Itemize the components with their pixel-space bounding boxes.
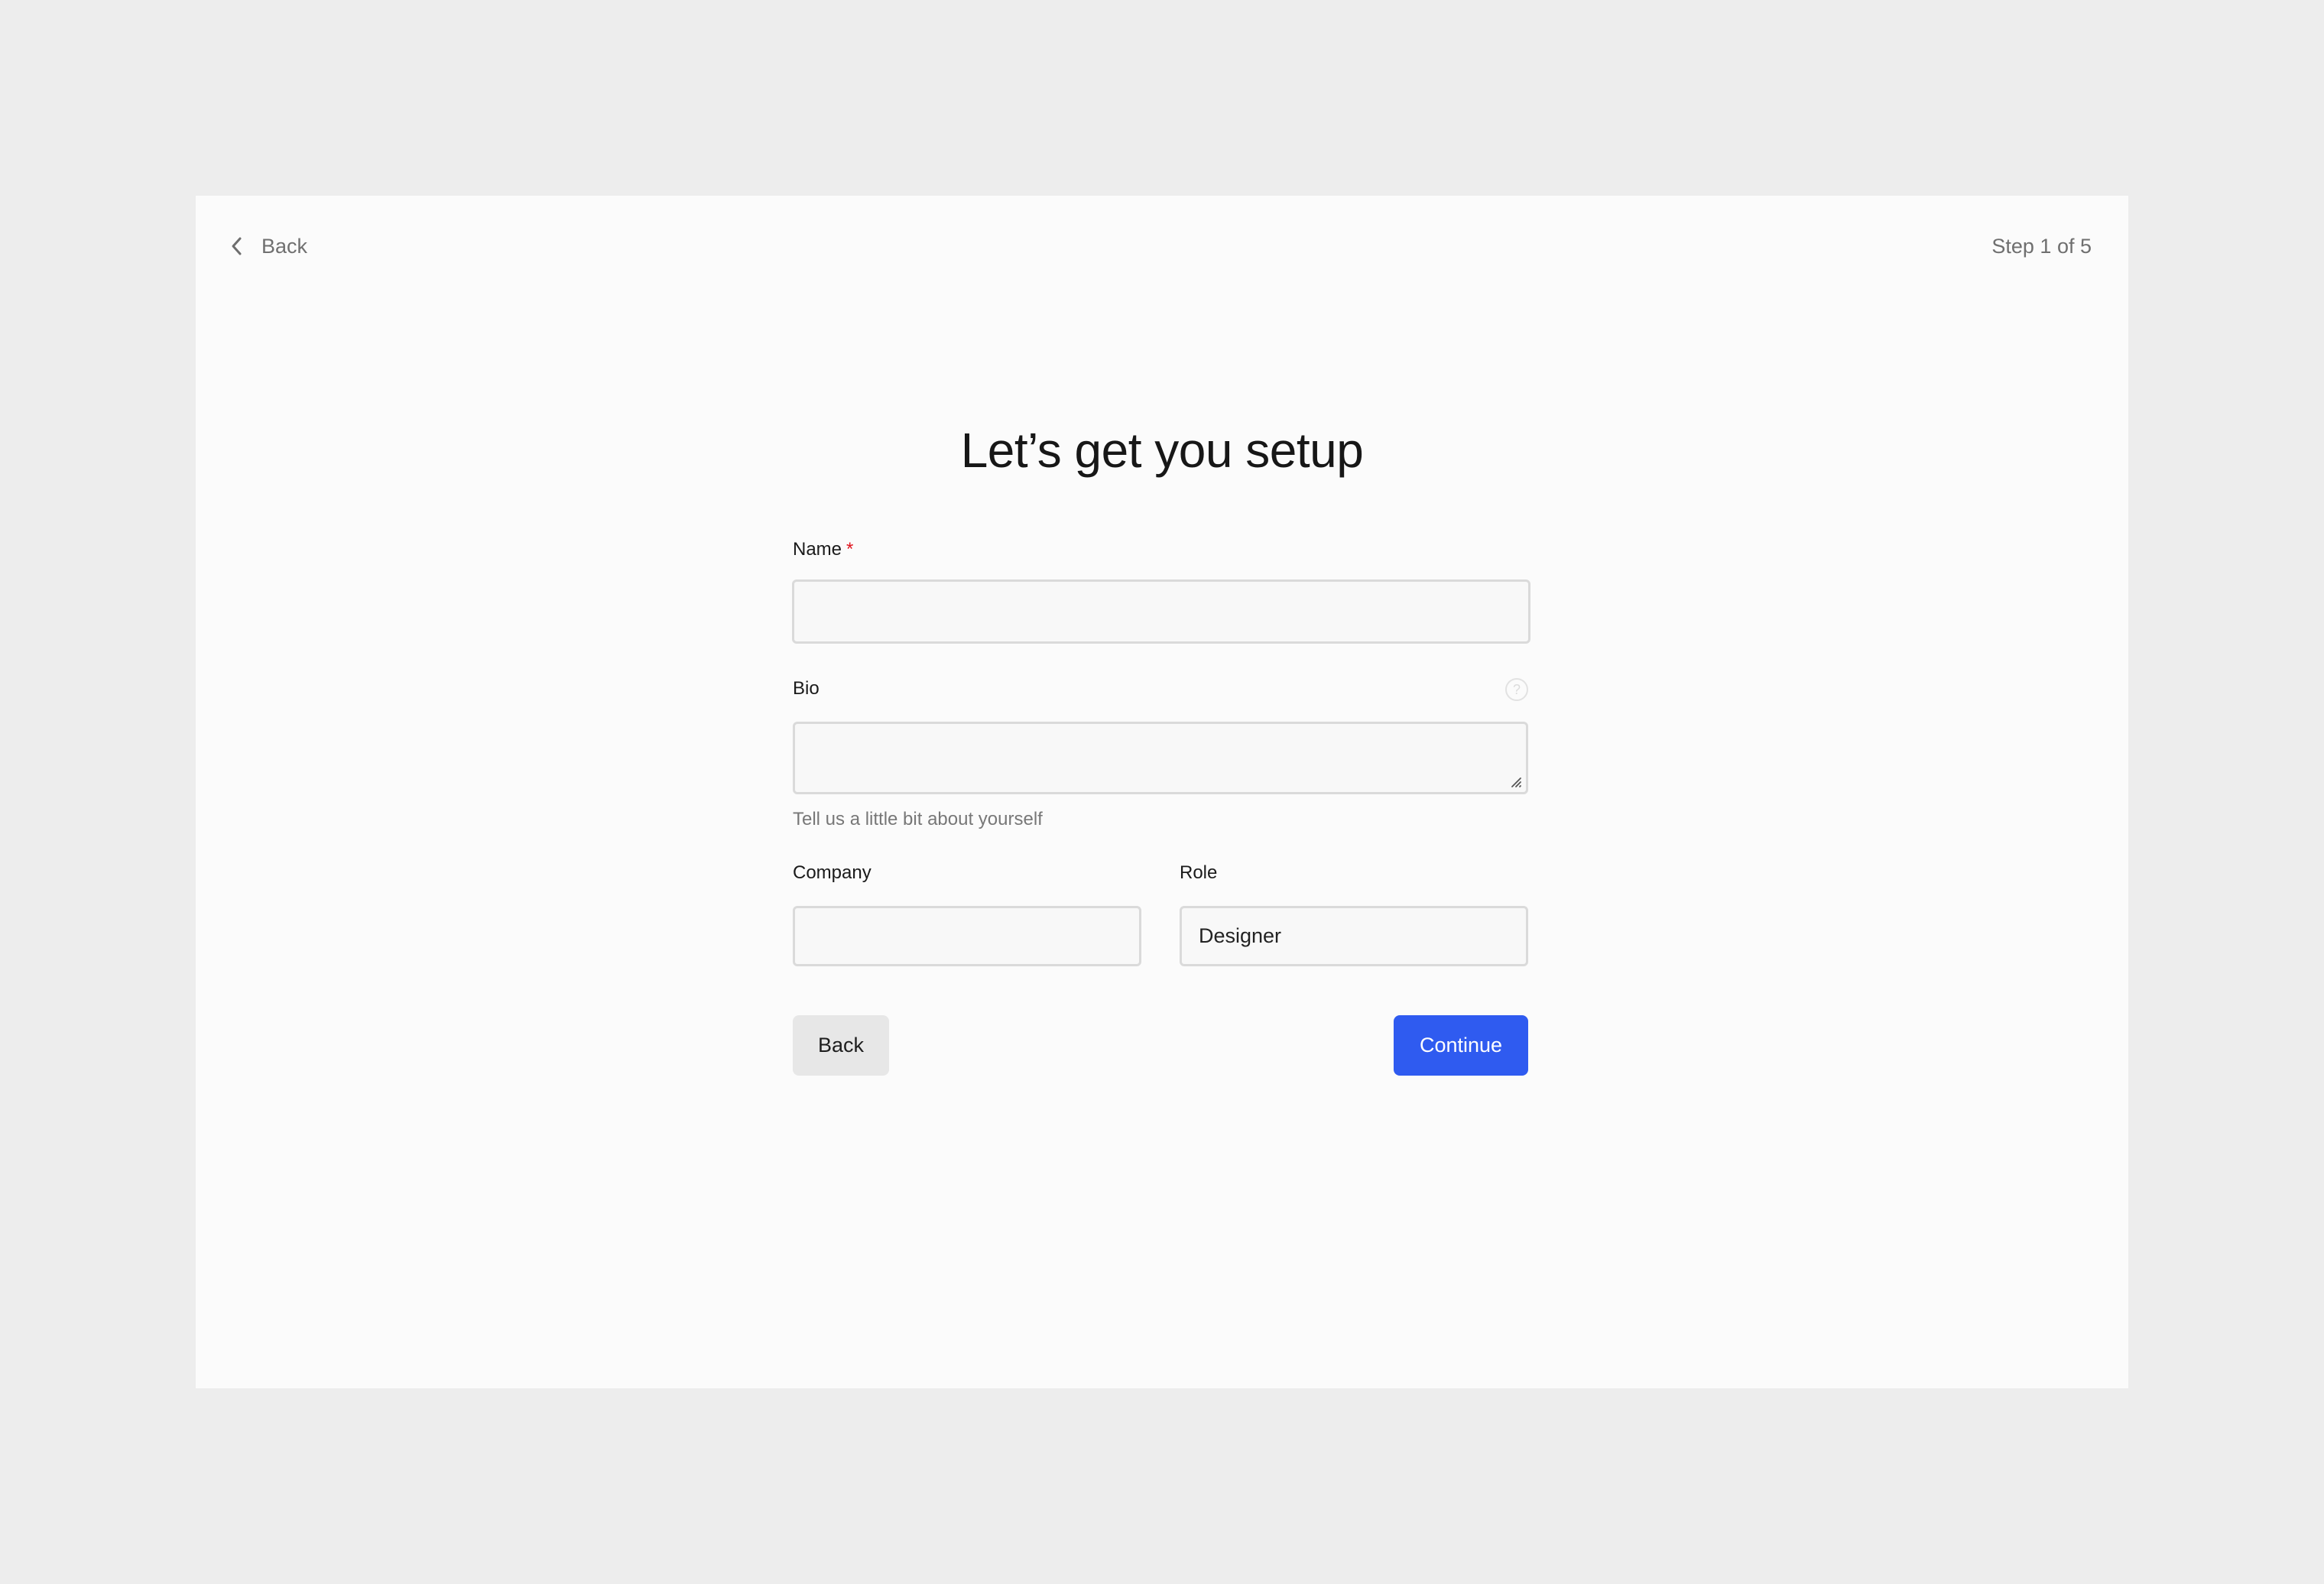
- role-group: Role: [1180, 862, 1528, 966]
- bio-textarea[interactable]: [793, 722, 1528, 794]
- form-actions: Back Continue: [793, 1015, 1528, 1076]
- company-group: Company: [793, 862, 1141, 966]
- question-circle-icon[interactable]: ?: [1505, 678, 1528, 701]
- back-button[interactable]: Back: [793, 1015, 889, 1076]
- setup-form: Name * Bio ? Tell us a little bit about y…: [792, 538, 1530, 1076]
- name-input[interactable]: [792, 579, 1530, 644]
- step-indicator: Step 1 of 5: [1991, 235, 2092, 258]
- bio-label: Bio ?: [793, 677, 1530, 701]
- name-label: Name *: [793, 538, 1530, 561]
- onboarding-card: Back Step 1 of 5 Let’s get you setup Nam…: [196, 196, 2128, 1388]
- company-input[interactable]: [793, 906, 1141, 966]
- company-role-row: Company Role: [793, 862, 1528, 966]
- role-input[interactable]: [1180, 906, 1528, 966]
- company-label: Company: [793, 862, 872, 883]
- chevron-left-icon: [232, 237, 242, 255]
- required-marker: *: [846, 539, 854, 560]
- continue-button[interactable]: Continue: [1394, 1015, 1528, 1076]
- name-label-text: Name: [793, 539, 842, 560]
- header-back-label: Back: [261, 234, 308, 258]
- header-back-link[interactable]: Back: [229, 231, 307, 261]
- role-label: Role: [1180, 862, 1218, 883]
- page-title: Let’s get you setup: [960, 423, 1364, 478]
- bio-field-wrapper: [793, 722, 1528, 794]
- bio-hint: Tell us a little bit about yourself: [793, 809, 1043, 829]
- bio-label-text: Bio: [793, 678, 820, 699]
